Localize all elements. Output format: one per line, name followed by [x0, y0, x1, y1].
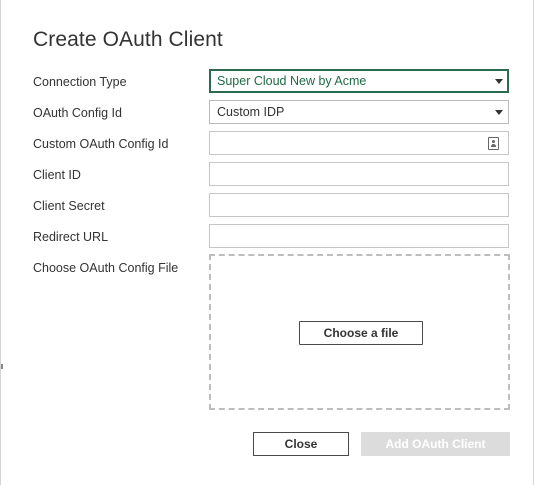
client-secret-label: Client Secret — [33, 199, 105, 213]
redirect-url-input[interactable] — [209, 224, 509, 248]
oauth-config-id-label: OAuth Config Id — [33, 106, 122, 120]
connection-type-select[interactable]: Super Cloud New by Acme — [209, 69, 509, 93]
redirect-url-label: Redirect URL — [33, 230, 109, 244]
client-id-input[interactable] — [209, 162, 509, 186]
client-secret-input[interactable] — [209, 193, 509, 217]
close-button[interactable]: Close — [253, 432, 349, 456]
custom-oauth-config-id-label: Custom OAuth Config Id — [33, 137, 169, 151]
chevron-down-icon — [495, 79, 503, 84]
custom-oauth-config-id-input[interactable] — [209, 131, 509, 155]
contact-card-icon[interactable] — [488, 137, 499, 150]
oauth-config-id-value: Custom IDP — [217, 105, 285, 119]
choose-file-button[interactable]: Choose a file — [299, 321, 423, 345]
connection-type-value: Super Cloud New by Acme — [217, 74, 367, 88]
client-id-label: Client ID — [33, 168, 81, 182]
oauth-config-id-select[interactable]: Custom IDP — [209, 100, 509, 124]
add-oauth-client-button[interactable]: Add OAuth Client — [361, 432, 510, 456]
file-drop-zone[interactable]: Choose a file — [209, 254, 510, 410]
connection-type-label: Connection Type — [33, 75, 127, 89]
create-oauth-client-dialog: Create OAuth Client Connection Type Supe… — [0, 0, 534, 485]
chevron-down-icon — [495, 110, 503, 115]
dialog-title: Create OAuth Client — [33, 28, 223, 51]
background-edge-mark — [1, 364, 3, 369]
oauth-config-file-label: Choose OAuth Config File — [33, 261, 179, 275]
